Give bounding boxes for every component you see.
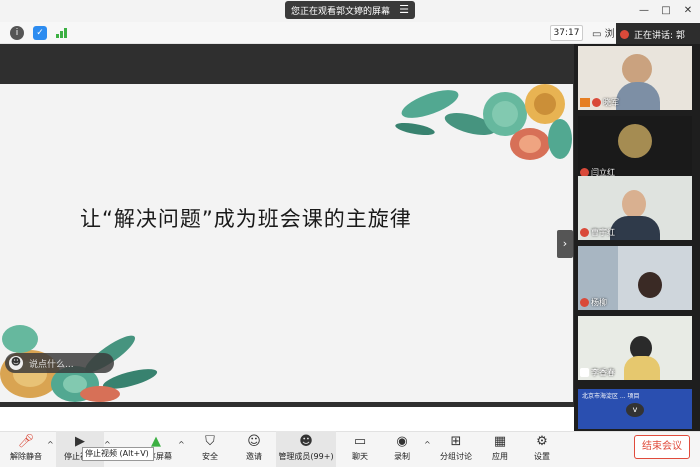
- security-button[interactable]: ⛉ 安全: [186, 431, 234, 467]
- participant-tile-6[interactable]: 北京市海淀区 ... 项目 v: [578, 389, 692, 429]
- unmute-button[interactable]: 🎤︎ 解除静音: [2, 431, 50, 467]
- settings-button[interactable]: ⚙ 设置: [518, 431, 566, 467]
- emoji-icon[interactable]: ☻: [9, 356, 23, 370]
- speaking-indicator: 正在讲话: 郭: [616, 23, 700, 45]
- breakout-label: 分组讨论: [440, 452, 472, 461]
- record-icon: ◉: [396, 434, 408, 449]
- settings-label: 设置: [534, 452, 550, 461]
- menu-icon[interactable]: ☰: [399, 3, 409, 16]
- meeting-timer: 37:17: [550, 25, 583, 41]
- chevron-up-icon[interactable]: ^: [178, 440, 185, 449]
- minimize-button[interactable]: —: [634, 2, 654, 20]
- participant-tile-2[interactable]: 闫立红: [578, 116, 692, 180]
- scroll-down-icon[interactable]: v: [626, 403, 644, 417]
- breakout-button[interactable]: ⊞ 分组讨论: [432, 431, 480, 467]
- invite-button[interactable]: ☺ 邀请: [230, 431, 278, 467]
- mic-icon: [620, 29, 629, 39]
- host-badge-icon: [580, 98, 590, 107]
- signal-icon[interactable]: [56, 28, 68, 38]
- record-label: 录制: [394, 452, 410, 461]
- mic-icon: [580, 368, 589, 377]
- chevron-up-icon[interactable]: ^: [424, 440, 431, 449]
- participant-tile-3[interactable]: 曹宇红: [578, 176, 692, 240]
- gear-icon: ⚙: [536, 434, 548, 449]
- participant-banner: 北京市海淀区 ... 项目: [582, 393, 640, 400]
- apps-label: 应用: [492, 452, 508, 461]
- record-button[interactable]: ◉ 录制: [378, 431, 426, 467]
- slide-title: 让“解决问题”成为班会课的主旋律: [80, 207, 412, 231]
- shield-icon: ⛉: [205, 434, 215, 449]
- members-icon: ☻: [299, 434, 313, 449]
- share-banner-text: 您正在观看郭文婷的屏幕: [291, 6, 391, 17]
- add-user-icon: ☺: [247, 434, 261, 449]
- participant-panel: ^ 晓军 闫立红 曹宇红 杨柳 李香春 北京市海淀区 ... 项目 v: [574, 44, 700, 431]
- participant-name: 晓军: [603, 98, 619, 107]
- apps-icon: ▦: [493, 434, 507, 449]
- participant-name: 杨柳: [591, 298, 607, 307]
- shield-icon[interactable]: ✓: [33, 26, 47, 40]
- mic-muted-icon: 🎤︎: [17, 434, 35, 449]
- security-label: 安全: [202, 452, 218, 461]
- mic-muted-icon: [580, 228, 589, 237]
- chevron-up-icon[interactable]: ^: [47, 440, 54, 449]
- speaking-label: 正在讲话: 郭: [634, 30, 685, 41]
- participant-name: 曹宇红: [591, 228, 615, 237]
- participant-tile-1[interactable]: 晓军: [578, 46, 692, 110]
- unmute-label: 解除静音: [10, 452, 42, 461]
- collapse-panel-button[interactable]: ›: [557, 230, 573, 258]
- breakout-icon: ⊞: [450, 434, 462, 449]
- mic-muted-icon: [580, 298, 589, 307]
- stage-bottom-band: [0, 402, 574, 407]
- stop-video-tooltip: 停止视频 (Alt+V): [82, 447, 154, 461]
- meeting-window: 您正在观看郭文婷的屏幕 ☰ — □ ✕ i ✓ 37:17 ▭ 浏 正在讲话: …: [0, 0, 700, 467]
- chat-button[interactable]: ▭ 聊天: [336, 431, 384, 467]
- chat-placeholder: 说点什么...: [29, 359, 74, 370]
- chat-input[interactable]: ☻ 说点什么...: [5, 353, 114, 373]
- info-icon[interactable]: i: [10, 26, 24, 40]
- apps-button[interactable]: ▦ 应用: [476, 431, 524, 467]
- manage-members-button[interactable]: ☻ 管理成员(99+): [276, 431, 336, 467]
- chat-icon: ▭: [353, 434, 367, 449]
- mic-muted-icon: [592, 98, 601, 107]
- manage-members-label: 管理成员(99+): [278, 452, 334, 461]
- end-meeting-button[interactable]: 结束会议: [634, 435, 690, 459]
- participant-tile-4[interactable]: 杨柳: [578, 246, 692, 310]
- maximize-button[interactable]: □: [656, 2, 676, 20]
- participant-tile-5[interactable]: 李香春: [578, 316, 692, 380]
- participant-name: 李香春: [591, 368, 615, 377]
- close-button[interactable]: ✕: [678, 2, 698, 20]
- share-banner[interactable]: 您正在观看郭文婷的屏幕 ☰: [285, 1, 415, 19]
- chat-label: 聊天: [352, 452, 368, 461]
- view-toggle[interactable]: ▭ 浏: [592, 25, 616, 41]
- stage-top-band: [0, 44, 574, 84]
- invite-label: 邀请: [246, 452, 262, 461]
